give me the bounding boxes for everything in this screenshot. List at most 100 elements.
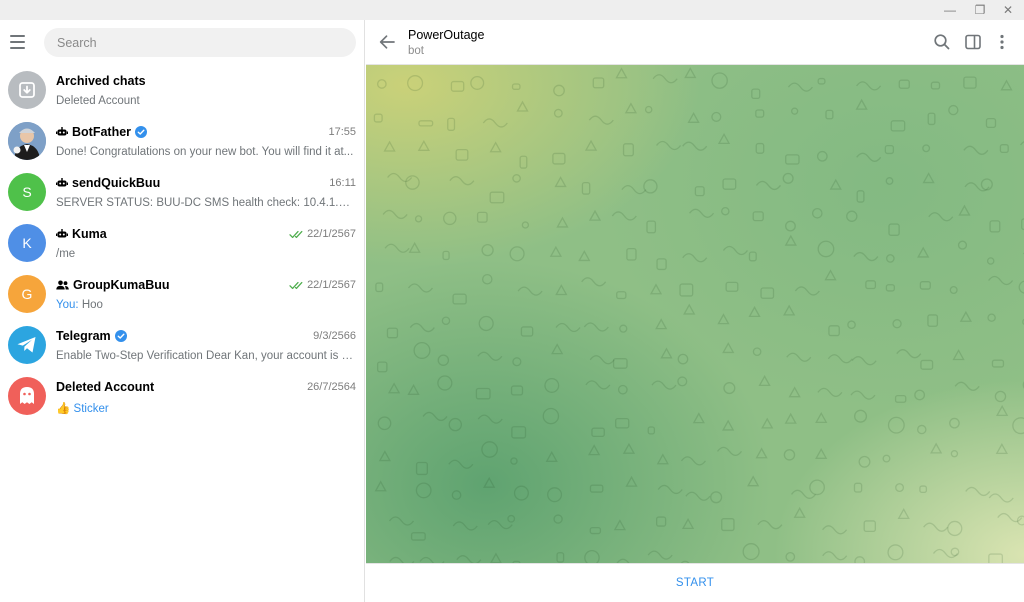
start-bot-button[interactable]: START — [676, 577, 714, 589]
chat-last-message: 👍 Sticker — [56, 401, 356, 415]
side-panel-icon[interactable] — [963, 32, 983, 52]
wallpaper-doodle — [958, 204, 971, 216]
wallpaper-doodle — [481, 243, 494, 257]
wallpaper-doodle — [584, 139, 598, 151]
wallpaper-doodle — [470, 75, 485, 90]
avatar: S — [8, 173, 46, 211]
chat-last-message: Enable Two-Step Verification Dear Kan, y… — [56, 350, 356, 362]
wallpaper-doodle — [655, 516, 667, 527]
wallpaper-doodle — [829, 178, 842, 190]
wallpaper-doodle — [952, 349, 965, 361]
bot-icon — [56, 127, 68, 136]
wallpaper-doodle — [477, 414, 503, 424]
wallpaper-doodle — [581, 181, 591, 195]
wallpaper-doodle — [622, 442, 636, 454]
chat-time: 22/1/2567 — [289, 228, 356, 240]
chat-item-botfather[interactable]: BotFather 17:55 Done! Congratulations on… — [0, 116, 364, 167]
wallpaper-doodle — [447, 117, 456, 131]
wallpaper-doodle — [511, 83, 521, 90]
wallpaper-doodle — [481, 273, 493, 285]
wallpaper-doodle — [553, 514, 563, 524]
wallpaper-doodle — [723, 382, 736, 395]
back-arrow-icon[interactable] — [378, 33, 396, 51]
wallpaper-doodle — [785, 551, 796, 562]
wallpaper-doodle — [783, 304, 796, 316]
main-menu-button[interactable] — [10, 32, 32, 52]
wallpaper-doodle — [828, 325, 840, 337]
wallpaper-doodle — [521, 221, 530, 229]
chat-item-deleted-account[interactable]: Deleted Account 26/7/2564 👍 Sticker — [0, 371, 364, 422]
wallpaper-doodle — [949, 285, 958, 294]
minimize-button[interactable]: — — [934, 0, 966, 20]
chat-item-kuma[interactable]: K Kuma 22/1/2567 /me — [0, 218, 364, 269]
wallpaper-doodle — [950, 450, 959, 458]
avatar — [8, 377, 46, 415]
wallpaper-doodle — [382, 209, 408, 220]
wallpaper-doodle — [949, 417, 960, 429]
wallpaper-doodle — [887, 416, 905, 434]
wallpaper-doodle — [917, 424, 927, 435]
wallpaper-doodle — [963, 76, 977, 89]
wallpaper-doodle — [478, 315, 494, 332]
chat-name-text: Deleted Account — [56, 380, 155, 394]
search-icon[interactable] — [932, 32, 952, 52]
thumbs-up-emoji: 👍 — [56, 403, 71, 415]
chat-last-message: Deleted Account — [56, 95, 140, 107]
wallpaper-doodle — [549, 245, 562, 257]
wallpaper-doodle — [516, 100, 529, 112]
ghost-icon — [20, 387, 34, 404]
wallpaper-doodle — [755, 180, 781, 191]
wallpaper-doodle — [991, 359, 1005, 368]
chat-item-groupkumabuu[interactable]: G GroupKumaBuu 22/1/2567 You: Hoo — [0, 269, 364, 320]
chat-item-archived[interactable]: Archived chats Deleted Account — [0, 65, 364, 116]
wallpaper-doodle — [589, 526, 602, 535]
wallpaper-doodle — [856, 152, 882, 162]
more-vertical-icon[interactable] — [992, 32, 1012, 52]
wallpaper-doodle — [510, 385, 524, 396]
avatar: G — [8, 275, 46, 313]
wallpaper-doodle — [556, 216, 569, 228]
wallpaper-doodle — [383, 140, 396, 152]
wallpaper-doodle — [988, 553, 1003, 563]
wallpaper-doodle — [489, 141, 502, 153]
wallpaper-doodle — [822, 551, 848, 561]
wallpaper-doodle — [588, 115, 614, 125]
wallpaper-doodle — [930, 81, 941, 90]
wallpaper-doodle — [788, 386, 801, 398]
wallpaper-doodle — [437, 375, 453, 391]
wallpaper-doodle — [827, 354, 853, 364]
chat-time: 16:11 — [329, 177, 356, 189]
wallpaper-doodle — [655, 318, 668, 330]
wallpaper-doodle — [785, 220, 796, 232]
wallpaper-doodle — [513, 485, 529, 501]
wallpaper-doodle — [649, 283, 663, 295]
chat-item-telegram[interactable]: Telegram 9/3/2566 Enable Two-Step Verifi… — [0, 320, 364, 371]
chat-last-message: SERVER STATUS: BUU-DC SMS health check: … — [56, 197, 356, 209]
chat-item-sendquickbuu[interactable]: S sendQuickBuu 16:11 SERVER STATUS: BUU-… — [0, 167, 364, 218]
wallpaper-doodle — [711, 72, 728, 89]
close-icon: ✕ — [1002, 3, 1014, 17]
wallpaper-doodle — [378, 450, 391, 462]
botfather-avatar-image — [8, 122, 46, 160]
wallpaper-doodle — [625, 475, 638, 487]
wallpaper-doodle — [858, 455, 871, 468]
wallpaper-doodle — [882, 454, 891, 463]
wallpaper-doodle — [887, 544, 904, 561]
chat-time: 26/7/2564 — [307, 381, 356, 393]
wallpaper-doodle — [928, 212, 954, 222]
wallpaper-doodle — [581, 277, 607, 287]
archive-icon — [19, 82, 35, 98]
wallpaper-doodle — [374, 480, 387, 492]
peer-name[interactable]: PowerOutage — [408, 28, 484, 42]
search-input[interactable] — [44, 28, 356, 57]
wallpaper-doodle — [477, 351, 503, 361]
verified-badge-icon — [135, 126, 148, 138]
close-window-button[interactable]: ✕ — [992, 0, 1024, 20]
wallpaper-doodle — [988, 493, 1014, 503]
wallpaper-doodle — [448, 417, 462, 432]
wallpaper-doodle — [644, 105, 653, 114]
wallpaper-doodle — [552, 152, 566, 165]
wallpaper-doodle — [451, 490, 462, 500]
chat-time-text: 22/1/2567 — [307, 228, 356, 240]
wallpaper-doodle — [752, 347, 762, 357]
